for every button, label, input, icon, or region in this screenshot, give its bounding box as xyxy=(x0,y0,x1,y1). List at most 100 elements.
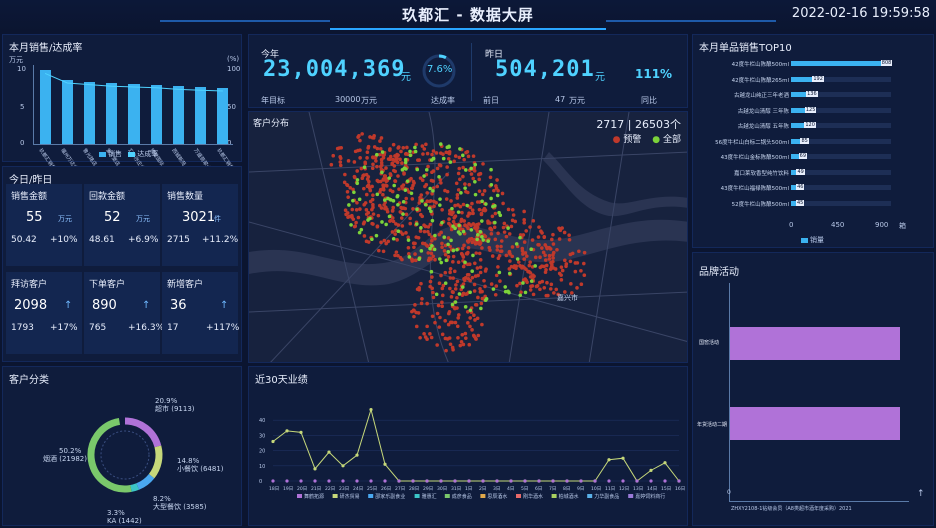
customer-dot xyxy=(452,159,456,164)
customer-dot xyxy=(551,266,556,270)
x-tick: 28日 xyxy=(409,486,419,492)
ytick-left: 0 xyxy=(20,139,25,147)
customer-dot xyxy=(380,170,384,175)
customer-dot xyxy=(521,281,525,285)
top10-row[interactable]: 43度牛栏山福禄陈酿500ml 46 xyxy=(697,183,931,192)
customer-dot xyxy=(420,199,424,203)
customer-dot xyxy=(533,255,538,260)
trend-point[interactable] xyxy=(607,458,611,462)
top10-row[interactable]: 古越龙山清醇 五年陈 120 xyxy=(697,121,931,130)
today-card[interactable]: 拜访客户 2098 ↑ 1793 +17% xyxy=(6,272,82,354)
trend-point[interactable] xyxy=(355,453,359,457)
yesterday-unit: 元 xyxy=(595,72,605,83)
customer-dot xyxy=(410,259,415,263)
legend-swatch xyxy=(551,494,557,498)
page-up-icon[interactable]: ↑ xyxy=(917,489,925,499)
trend-point[interactable] xyxy=(383,462,387,466)
customer-dot xyxy=(426,251,431,255)
achieve-label: 达成率 xyxy=(431,96,455,105)
customer-dot xyxy=(579,268,583,273)
donut-slice[interactable] xyxy=(136,473,155,490)
customer-dot xyxy=(473,261,477,266)
donut-slice[interactable] xyxy=(124,417,162,448)
trend-point[interactable] xyxy=(621,456,625,460)
card-change: +10% xyxy=(50,235,78,245)
customer-dot xyxy=(403,206,408,211)
today-card[interactable]: 新增客户 36 ↑ 17 +117% xyxy=(162,272,239,354)
card-change: +16.3% xyxy=(128,323,165,333)
top10-value: 125 xyxy=(804,106,817,113)
customer-dot xyxy=(443,281,448,286)
today-card[interactable]: 回款金额 52 万元 48.61 +6.9% xyxy=(84,184,160,266)
brand-axis-x xyxy=(729,501,909,502)
customer-dot xyxy=(547,257,552,261)
donut-slice[interactable] xyxy=(130,483,140,492)
customer-dot xyxy=(411,207,415,211)
donut-slice[interactable] xyxy=(148,445,163,479)
top10-name: 56度牛栏山白标二锅头500ml xyxy=(715,139,789,146)
trend-point[interactable] xyxy=(299,430,303,434)
trend-base-point xyxy=(355,479,359,483)
today-card[interactable]: 销售数量 3021 件 2715 +11.2% xyxy=(162,184,238,266)
top10-row[interactable]: 56度牛栏山白标二锅头500ml 85 xyxy=(697,137,931,146)
top10-name: 43度牛栏山金标陈酿500ml xyxy=(720,155,789,161)
top10-name: 43度牛栏山福禄陈酿500ml xyxy=(720,186,789,192)
top10-row[interactable]: 42度牛栏山陈酿500ml 808 xyxy=(697,59,931,68)
top10-row[interactable]: 52度牛栏山陈酿500ml 45 xyxy=(697,199,931,208)
customer-dot xyxy=(390,189,395,194)
trend-point[interactable] xyxy=(663,461,667,465)
customer-dot xyxy=(346,159,351,163)
top10-row[interactable]: 古越龙山纯正三年老酒 136 xyxy=(697,90,931,99)
legend-swatch xyxy=(444,494,450,498)
y-tick: 20 xyxy=(259,449,265,455)
customer-dot xyxy=(443,270,448,275)
customer-dot xyxy=(382,198,387,202)
top10-row[interactable]: 43度牛栏山金标陈酿500ml 69 xyxy=(697,152,931,161)
customer-dot xyxy=(443,252,448,257)
customer-dot xyxy=(468,290,472,295)
today-card[interactable]: 下单客户 890 ↑ 765 +16.3% xyxy=(84,272,164,354)
x-tick: 14日 xyxy=(647,486,657,492)
trend-point[interactable] xyxy=(341,464,345,468)
x-tick: 18日 xyxy=(269,486,279,492)
customer-dot xyxy=(422,174,426,178)
customer-dot xyxy=(461,264,466,269)
customer-dot xyxy=(518,293,523,298)
brand-bar-1[interactable] xyxy=(730,407,900,440)
top10-row[interactable]: 古越龙山清醇 三年陈 125 xyxy=(697,106,931,115)
top10-row[interactable]: 42度牛栏山陈酿265ml 192 xyxy=(697,75,931,84)
brand-bar-0[interactable] xyxy=(730,327,900,360)
customer-dot xyxy=(538,255,542,260)
customer-dot xyxy=(422,223,426,227)
customer-dot xyxy=(388,172,393,176)
trend-point[interactable] xyxy=(285,429,289,433)
top10-name: 古越龙山纯正三年老酒 xyxy=(733,93,789,99)
customer-dot xyxy=(418,229,423,233)
card-label: 销售金额 xyxy=(11,192,48,202)
trend-point[interactable] xyxy=(649,468,653,472)
customer-dot xyxy=(428,222,433,227)
top10-legend: 销量 xyxy=(801,235,824,245)
top10-row[interactable]: 嘉口莱软香型纯竹饮料 49 xyxy=(697,168,931,177)
customer-dot xyxy=(455,279,460,284)
legend-swatch xyxy=(801,237,808,243)
y-tick: 30 xyxy=(259,433,265,439)
customer-dot xyxy=(459,251,464,256)
today-card[interactable]: 销售金额 55 万元 50.42 +10% xyxy=(6,184,82,266)
map-legend: ● 预警 ● 全部 xyxy=(613,132,681,145)
customer-dot xyxy=(337,146,342,150)
customer-dot xyxy=(372,145,377,149)
customer-dot xyxy=(432,247,437,252)
trend-point[interactable] xyxy=(313,467,317,471)
customer-dot xyxy=(506,207,511,212)
customer-dot xyxy=(470,328,474,332)
y-tick: 0 xyxy=(259,479,262,485)
customer-dot xyxy=(493,237,498,242)
trend-point[interactable] xyxy=(369,407,373,412)
customer-map[interactable]: 嘉兴市 客户分布 2717 | 26503个 ● 预警 ● 全部 xyxy=(248,111,688,363)
trend-point[interactable] xyxy=(271,439,275,444)
brand-zero-tick: 0 xyxy=(727,489,731,496)
trend-point[interactable] xyxy=(327,450,331,454)
customer-dot xyxy=(465,272,470,277)
customer-dot xyxy=(440,304,444,309)
